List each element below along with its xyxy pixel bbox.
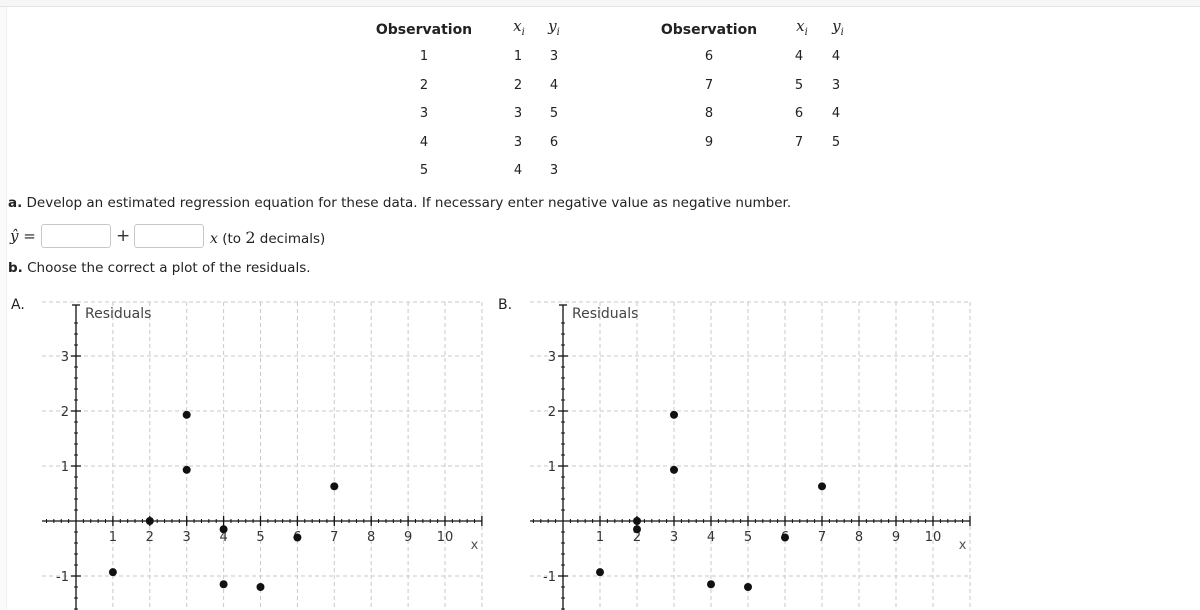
x-tick-label: 8 xyxy=(855,530,863,545)
x-tick-label: 7 xyxy=(330,530,338,545)
y-tick-label: 1 xyxy=(548,460,556,475)
residual-point xyxy=(707,580,715,589)
residual-plot-a[interactable]: 12345678910-1123Residualsx12345678910-11… xyxy=(0,0,1200,610)
y-tick-label: -1 xyxy=(56,570,69,585)
residual-point xyxy=(781,533,789,542)
x-tick-label: 1 xyxy=(109,530,117,545)
residual-point xyxy=(744,583,752,591)
x-tick-label: 10 xyxy=(925,530,942,545)
y-axis-label: Residuals xyxy=(85,306,151,322)
y-tick-label: 1 xyxy=(61,460,69,475)
x-tick-label: 9 xyxy=(892,530,900,545)
residual-point xyxy=(633,517,641,525)
x-tick-label: 3 xyxy=(183,530,191,545)
x-tick-label: 2 xyxy=(146,530,154,545)
residual-point xyxy=(633,525,641,534)
x-tick-label: 5 xyxy=(744,530,752,545)
plot-b: 12345678910-1123Residualsx xyxy=(530,301,971,610)
residual-point xyxy=(256,583,265,591)
residual-point xyxy=(330,482,339,491)
plot-a: 12345678910-1123Residualsx xyxy=(42,301,483,610)
x-axis-label: x xyxy=(471,538,479,553)
x-axis-label: x xyxy=(959,538,967,553)
y-tick-label: -1 xyxy=(543,570,556,585)
y-tick-label: 2 xyxy=(61,405,69,420)
residual-point xyxy=(596,568,604,577)
residual-point xyxy=(182,465,191,474)
residual-point xyxy=(219,525,228,534)
x-tick-label: 1 xyxy=(596,530,604,545)
x-tick-label: 3 xyxy=(670,530,678,545)
x-tick-label: 4 xyxy=(707,530,715,545)
x-tick-label: 10 xyxy=(437,530,454,545)
residual-point xyxy=(670,465,678,474)
residual-point xyxy=(108,568,117,577)
residual-point xyxy=(670,410,678,419)
y-axis-label: Residuals xyxy=(572,306,638,322)
y-tick-label: 3 xyxy=(548,350,556,365)
residual-point xyxy=(293,533,302,542)
y-tick-label: 2 xyxy=(548,405,556,420)
residual-point xyxy=(145,517,154,525)
x-tick-label: 7 xyxy=(818,530,826,545)
residual-point xyxy=(182,410,191,419)
y-tick-label: 3 xyxy=(61,350,69,365)
residual-point xyxy=(219,580,228,589)
x-tick-label: 5 xyxy=(256,530,264,545)
residual-point xyxy=(818,482,826,491)
x-tick-label: 9 xyxy=(404,530,412,545)
x-tick-label: 8 xyxy=(367,530,375,545)
